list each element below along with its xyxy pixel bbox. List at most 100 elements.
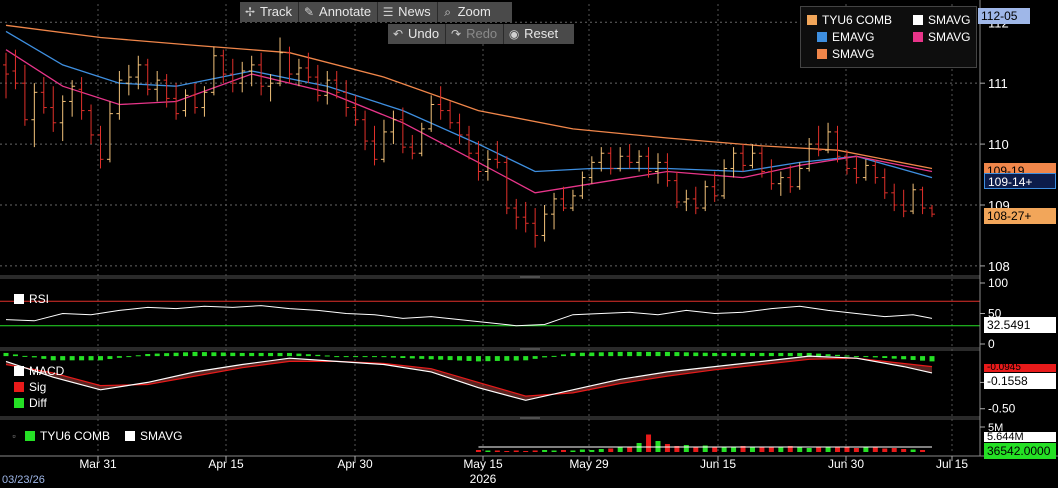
macd-diff-bar <box>466 356 472 361</box>
crosshair-icon: ✢ <box>244 5 256 19</box>
macd-diff-bar <box>627 351 633 357</box>
redo-label: Redo <box>466 26 498 41</box>
legend-item-smavg-white[interactable]: SMAVG <box>913 13 970 27</box>
annotate-button[interactable]: ✎ Annotate <box>299 2 379 22</box>
legend-swatch <box>913 15 923 25</box>
chart-legend[interactable]: TYU6 COMB SMAVG EMAVG SMAVG SMAVG <box>800 6 977 68</box>
diff-swatch <box>14 398 24 408</box>
macd-diff-bar <box>343 356 349 358</box>
macd-diff-bar <box>126 356 132 358</box>
macd-diff-bar <box>324 355 330 357</box>
legend-item-smavg-pink[interactable]: SMAVG <box>913 30 970 44</box>
x-tick-label: Apr 30 <box>337 457 373 471</box>
volume-bar <box>910 449 916 452</box>
volume-bar <box>494 450 500 452</box>
macd-diff-bar <box>353 356 359 358</box>
volume-bar <box>504 451 510 452</box>
volume-bar <box>891 448 897 452</box>
macd-diff-bar <box>494 356 500 361</box>
volume-bar <box>797 447 803 452</box>
volume-bar <box>617 447 623 452</box>
rsi-tick-label: 100 <box>988 276 1008 290</box>
volume-bar <box>485 450 491 452</box>
rsi-value-tag: 32.5491 <box>984 317 1056 333</box>
diff-label-text: Diff <box>29 396 47 410</box>
macd-diff-bar <box>457 356 463 361</box>
volume-bar <box>882 448 888 452</box>
macd-diff-bar <box>504 356 510 361</box>
toolbar-history: ↶ Undo ↷ Redo ◉ Reset <box>388 24 574 44</box>
legend-label: TYU6 COMB <box>822 13 893 27</box>
macd-swatch <box>14 366 24 376</box>
volume-bar <box>749 447 755 452</box>
zoom-button[interactable]: ⌕ Zoom <box>438 2 497 22</box>
volume-bar <box>901 449 907 452</box>
reset-label: Reset <box>524 26 559 41</box>
macd-diff-bar <box>664 351 670 357</box>
date-start: 03/23/26 <box>2 474 45 486</box>
undo-button[interactable]: ↶ Undo <box>388 24 447 44</box>
macd-diff-bar <box>249 352 255 357</box>
macd-diff-bar <box>400 356 406 358</box>
macd-diff-bar <box>192 351 198 357</box>
macd-diff-bar <box>107 356 113 360</box>
macd-diff-bar <box>268 352 274 357</box>
volume-bar <box>589 450 595 452</box>
price-tick-label: 108 <box>988 259 1010 274</box>
volume-bar <box>475 450 481 452</box>
macd-diff-bar <box>211 352 217 357</box>
rsi-tick-label: 0 <box>988 337 995 351</box>
macd-diff-bar <box>296 353 302 357</box>
track-button[interactable]: ✢ Track <box>240 2 300 22</box>
volume-bar <box>646 434 652 452</box>
x-year-label: 2026 <box>470 472 497 486</box>
volume-label: ▫ TYU6 COMB SMAVG <box>8 429 182 443</box>
macd-diff-bar <box>69 356 75 361</box>
volume-bar <box>872 447 878 452</box>
x-tick-label: May 15 <box>463 457 503 471</box>
news-button[interactable]: ☰ News <box>378 2 438 22</box>
rsi-label: RSI <box>14 292 49 306</box>
macd-diff-bar <box>749 352 755 357</box>
x-tick-label: Mar 31 <box>79 457 117 471</box>
macd-diff-bar <box>145 354 151 357</box>
macd-diff-bar <box>693 352 699 357</box>
zoom-label: Zoom <box>457 4 491 19</box>
x-tick-label: May 29 <box>569 457 609 471</box>
macd-diff-bar <box>50 356 56 361</box>
legend-label: SMAVG <box>928 30 971 44</box>
volume-bar <box>768 447 774 452</box>
macd-diff-bar <box>258 352 264 357</box>
legend-item-tyu6[interactable]: TYU6 COMB <box>807 13 892 27</box>
volume-label-text: TYU6 COMB <box>40 429 111 443</box>
macd-diff-bar <box>305 354 311 357</box>
macd-diff-bar <box>12 354 18 357</box>
reset-button[interactable]: ◉ Reset <box>504 24 564 44</box>
volume-bar <box>778 447 784 452</box>
macd-sig-tag: -0.0945 <box>984 364 1056 372</box>
volume-bar <box>560 450 566 452</box>
price-tag-top: 112-05 <box>978 8 1030 24</box>
macd-diff-bar <box>551 355 557 357</box>
macd-diff-bar <box>731 352 737 357</box>
volume-tag-bottom: 36542.0000 <box>984 443 1056 459</box>
diff-label: Diff <box>14 396 47 410</box>
volume-sma-label-text: SMAVG <box>140 429 183 443</box>
macd-diff-bar <box>183 352 189 357</box>
volume-bar <box>664 444 670 452</box>
collapse-icon[interactable]: ▫ <box>8 431 20 441</box>
macd-label: MACD <box>14 364 64 378</box>
macd-label-text: MACD <box>29 364 65 378</box>
macd-diff-bar <box>542 356 548 358</box>
legend-label: EMAVG <box>832 30 875 44</box>
macd-diff-bar <box>438 356 444 360</box>
volume-tag-top: 5.644M <box>984 432 1056 442</box>
macd-diff-bar <box>164 353 170 357</box>
price-chart[interactable]: 108109110111112Mar 31Apr 15Apr 30May 15M… <box>0 0 1058 487</box>
volume-bar <box>542 450 548 452</box>
redo-button[interactable]: ↷ Redo <box>446 24 505 44</box>
legend-item-smavg-orange[interactable]: SMAVG <box>817 47 874 61</box>
legend-item-emavg[interactable]: EMAVG <box>817 30 874 44</box>
macd-diff-bar <box>816 353 822 357</box>
macd-diff-bar <box>797 352 803 357</box>
